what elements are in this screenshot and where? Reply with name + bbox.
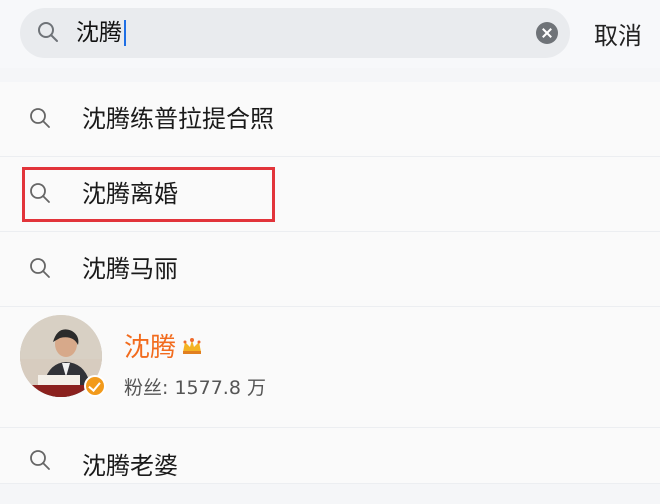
user-name: 沈腾: [124, 327, 204, 364]
suggestion-item[interactable]: 沈腾老婆: [0, 428, 660, 484]
search-icon: [38, 22, 58, 42]
crown-icon: [183, 337, 202, 354]
search-suggestion-list: 沈腾练普拉提合照 沈腾离婚 沈腾马丽 沈腾 粉丝: 1577.8 万 沈腾老婆: [0, 82, 660, 484]
verified-icon: [84, 375, 106, 397]
suggestion-label: 沈腾马丽: [82, 255, 178, 283]
search-icon: [30, 450, 50, 470]
suggestion-item[interactable]: 沈腾练普拉提合照: [0, 82, 660, 157]
suggestion-label: 沈腾练普拉提合照: [82, 105, 274, 133]
search-input[interactable]: 沈腾: [20, 8, 570, 58]
cancel-button[interactable]: 取消: [594, 16, 642, 51]
search-field-value-wrap: 沈腾: [76, 8, 126, 58]
search-icon: [30, 108, 50, 128]
search-icon: [30, 258, 50, 278]
text-caret: [124, 20, 126, 46]
suggestion-item[interactable]: 沈腾马丽: [0, 232, 660, 307]
highlight-box: [22, 167, 275, 222]
clear-icon[interactable]: [536, 22, 558, 44]
search-header: 沈腾 取消: [0, 0, 660, 68]
fans-count: 粉丝: 1577.8 万: [124, 377, 266, 399]
search-query-text: 沈腾: [76, 20, 122, 46]
user-result-card[interactable]: 沈腾 粉丝: 1577.8 万: [0, 307, 660, 428]
suggestion-label: 沈腾老婆: [82, 452, 178, 480]
user-name-text: 沈腾: [124, 333, 177, 363]
